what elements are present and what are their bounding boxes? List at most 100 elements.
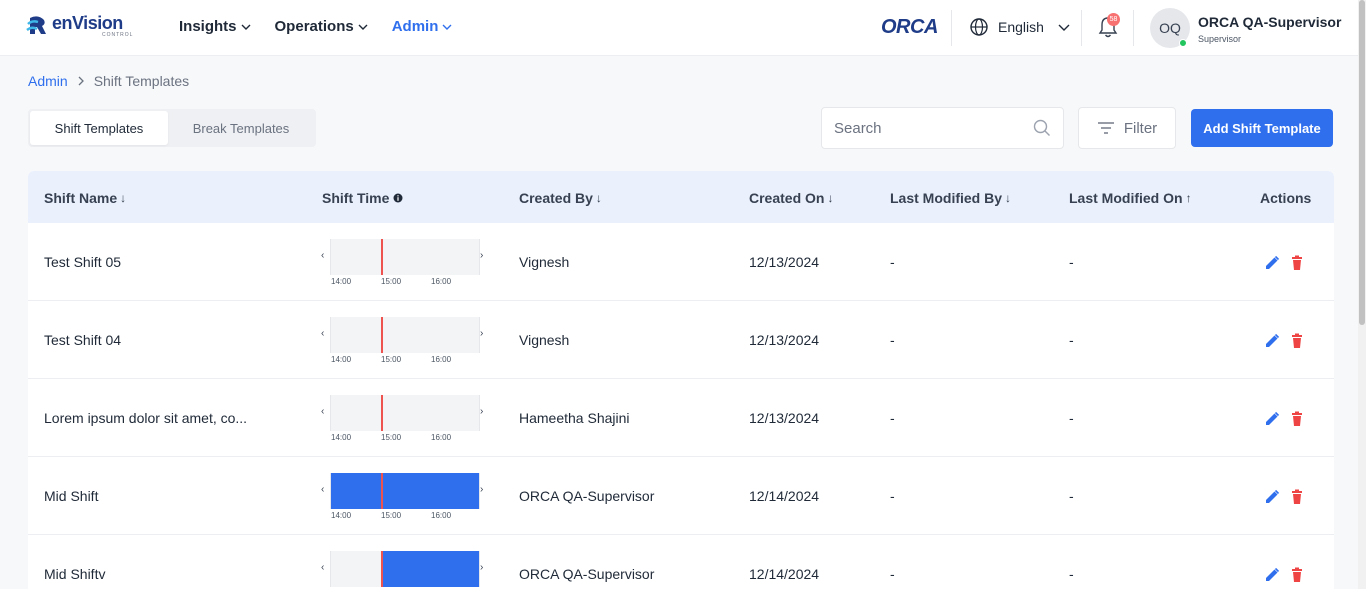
sort-arrow-icon: ↓ [827, 191, 834, 205]
shift-time-timeline: ‹›14:0015:0016:00 [320, 317, 488, 371]
sort-arrow-icon: ↓ [1005, 191, 1012, 205]
shift-name: Test Shift 05 [44, 254, 122, 270]
search-icon[interactable] [1033, 119, 1051, 137]
chevron-left-icon[interactable]: ‹ [321, 406, 324, 417]
divider [951, 10, 952, 46]
table-row[interactable]: Test Shift 05 ‹ › 14:00 15:00 16:00 Vignesh 12/… [28, 223, 1334, 301]
delete-icon[interactable] [1289, 411, 1305, 427]
chevron-right-icon[interactable]: › [480, 562, 483, 573]
edit-icon[interactable] [1264, 333, 1280, 349]
chevron-right-icon[interactable]: › [480, 406, 483, 417]
chevron-right-icon[interactable]: › [480, 250, 483, 261]
nav-insights-label: Insights [179, 18, 237, 35]
globe-icon [970, 18, 988, 36]
column-shift-name[interactable]: Shift Name ↓ [44, 190, 126, 206]
created-by: ORCA QA-Supervisor [519, 566, 655, 582]
shift-duration-bar [331, 473, 479, 509]
edit-icon[interactable] [1264, 489, 1280, 505]
column-last-modified-by[interactable]: Last Modified By ↓ [890, 190, 1011, 206]
page-scrollbar[interactable] [1358, 0, 1366, 589]
column-created-by[interactable]: Created By ↓ [519, 190, 602, 206]
divider [1081, 10, 1082, 46]
shift-time-timeline: ‹›14:0015:0016:00 [320, 551, 488, 589]
last-modified-by: - [890, 332, 895, 348]
sort-arrow-icon: ↑ [1185, 191, 1192, 205]
timeline-tick-label: 14:00 [331, 433, 352, 442]
nav-insights[interactable]: Insights [179, 18, 251, 35]
created-by: Vignesh [519, 254, 570, 270]
column-last-modified-on[interactable]: Last Modified On ↑ [1069, 190, 1192, 206]
filter-icon [1097, 122, 1114, 134]
current-time-line [381, 239, 383, 275]
nav-admin[interactable]: Admin [392, 18, 453, 35]
timeline-tick-label: 14:00 [331, 355, 352, 364]
table-row[interactable]: Mid Shiftv‹›14:0015:0016:00ORCA QA-Super… [28, 535, 1334, 589]
timeline-tick-label: 15:00 [381, 511, 402, 520]
delete-icon[interactable] [1289, 333, 1305, 349]
filter-button[interactable]: Filter [1078, 107, 1176, 149]
chevron-right-icon[interactable]: › [480, 328, 483, 339]
column-label: Created By [519, 190, 593, 206]
add-shift-template-button[interactable]: Add Shift Template [1191, 109, 1333, 147]
envision-logo[interactable]: enVision CONTROL [26, 14, 133, 38]
chevron-left-icon[interactable]: ‹ [321, 484, 324, 495]
language-selector[interactable]: English [969, 17, 1070, 37]
search-input[interactable] [834, 119, 1033, 137]
tab-shift-templates[interactable]: Shift Templates [30, 111, 168, 145]
delete-icon[interactable] [1289, 489, 1305, 505]
timeline-tick-label: 15:00 [381, 277, 402, 286]
nav-operations[interactable]: Operations [275, 18, 368, 35]
scrollbar-thumb[interactable] [1359, 0, 1365, 325]
created-on: 12/13/2024 [749, 332, 820, 348]
shift-templates-table: Shift Name ↓ Shift Time Created By ↓ Cre… [28, 171, 1334, 589]
row-actions [1264, 567, 1305, 583]
column-label: Created On [749, 190, 825, 206]
envision-logo-icon [26, 16, 46, 34]
chevron-left-icon[interactable]: ‹ [321, 562, 324, 573]
tab-break-templates[interactable]: Break Templates [168, 111, 314, 145]
timeline-tick-label: 16:00 [431, 433, 452, 442]
current-time-line [381, 473, 383, 509]
delete-icon[interactable] [1289, 567, 1305, 583]
nav-admin-label: Admin [391, 18, 439, 35]
created-by: ORCA QA-Supervisor [519, 488, 655, 504]
edit-icon[interactable] [1264, 255, 1280, 271]
shift-time-timeline: ‹ › 14:00 15:00 16:00 [320, 395, 488, 449]
shift-name: Mid Shiftv [44, 566, 106, 582]
last-modified-on: - [1069, 332, 1074, 348]
shift-name: Lorem ipsum dolor sit amet, co... [44, 410, 248, 426]
user-role: Supervisor [1198, 34, 1242, 44]
timeline-tick-label: 16:00 [431, 277, 452, 286]
chevron-right-icon[interactable]: › [480, 484, 483, 495]
current-time-line [381, 395, 383, 431]
column-created-on[interactable]: Created On ↓ [749, 190, 833, 206]
edit-icon[interactable] [1264, 411, 1280, 427]
edit-icon[interactable] [1264, 567, 1280, 583]
timeline-tick-label: 15:00 [381, 355, 402, 364]
info-icon[interactable] [393, 193, 403, 203]
chevron-left-icon[interactable]: ‹ [321, 250, 324, 261]
user-name[interactable]: ORCA QA-Supervisor [1198, 14, 1341, 30]
delete-icon[interactable] [1289, 255, 1305, 271]
table-row[interactable]: Test Shift 04 ‹ › 14:00 15:00 16:00 Vignesh 12/… [28, 301, 1334, 379]
table-row[interactable]: Lorem ipsum dolor sit amet, co... ‹ › 14:00… [28, 379, 1334, 457]
notification-badge: 58 [1107, 13, 1120, 26]
chevron-left-icon[interactable]: ‹ [321, 328, 324, 339]
chevron-down-icon [358, 24, 368, 30]
chevron-down-icon [1058, 24, 1070, 31]
table-row[interactable]: Mid Shift ‹ › 14:00 15:00 16:00 ORCA QA-Superv… [28, 457, 1334, 535]
column-shift-time: Shift Time [322, 190, 403, 206]
breadcrumb-admin[interactable]: Admin [28, 73, 68, 89]
brand-sub: CONTROL [102, 32, 134, 38]
sort-arrow-icon: ↓ [595, 191, 602, 205]
timeline-track [331, 239, 479, 275]
timeline-tick-label: 14:00 [331, 511, 352, 520]
top-bar: enVision CONTROL Insights Operations Adm… [0, 0, 1358, 56]
timeline-tick-label: 15:00 [381, 433, 402, 442]
timeline-track [331, 317, 479, 353]
breadcrumb-current: Shift Templates [93, 73, 190, 89]
created-on: 12/13/2024 [749, 410, 820, 426]
shift-name: Mid Shift [44, 488, 99, 504]
row-actions [1264, 255, 1305, 271]
chevron-down-icon [442, 24, 452, 30]
